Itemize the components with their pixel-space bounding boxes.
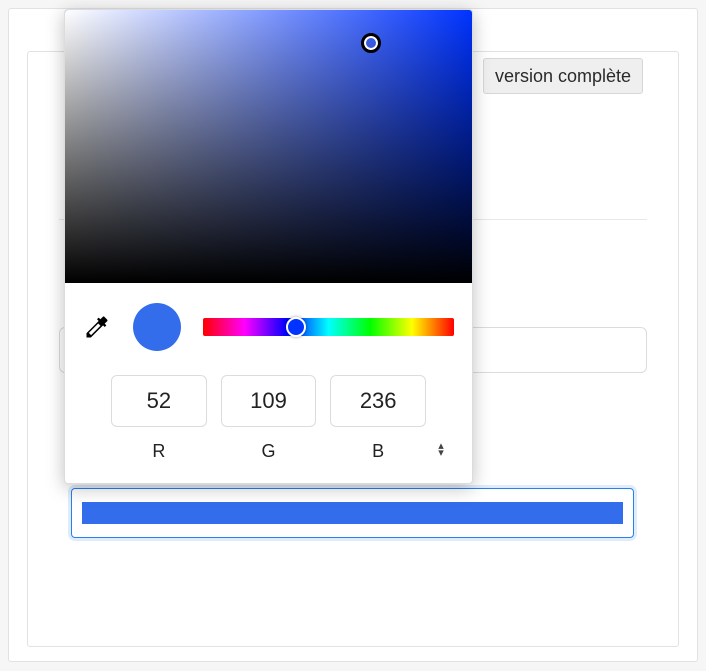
rgb-inputs: R G B <box>83 375 454 462</box>
chevron-down-icon: ▾ <box>438 450 444 457</box>
g-input[interactable] <box>221 375 317 427</box>
b-input[interactable] <box>330 375 426 427</box>
picker-tools: R G B ▴ ▾ <box>65 283 472 462</box>
color-swatch-field[interactable] <box>71 488 634 538</box>
color-swatch-fill <box>82 502 623 524</box>
full-version-button[interactable]: version complète <box>483 58 643 94</box>
current-color-dot <box>133 303 181 351</box>
r-label: R <box>111 441 207 462</box>
r-input[interactable] <box>111 375 207 427</box>
eyedropper-icon[interactable] <box>83 313 111 341</box>
page-card: version complète <box>8 8 698 662</box>
b-label: B <box>330 441 426 462</box>
format-toggle[interactable]: ▴ ▾ <box>434 443 448 457</box>
color-picker: R G B ▴ ▾ <box>64 9 473 484</box>
saturation-cursor[interactable] <box>361 33 381 53</box>
saturation-black-layer <box>65 10 472 283</box>
full-version-label: version complète <box>495 66 631 87</box>
hue-handle[interactable] <box>286 317 306 337</box>
hue-slider[interactable] <box>203 318 454 336</box>
saturation-panel[interactable] <box>65 10 472 283</box>
tool-row <box>83 303 454 351</box>
g-label: G <box>221 441 317 462</box>
